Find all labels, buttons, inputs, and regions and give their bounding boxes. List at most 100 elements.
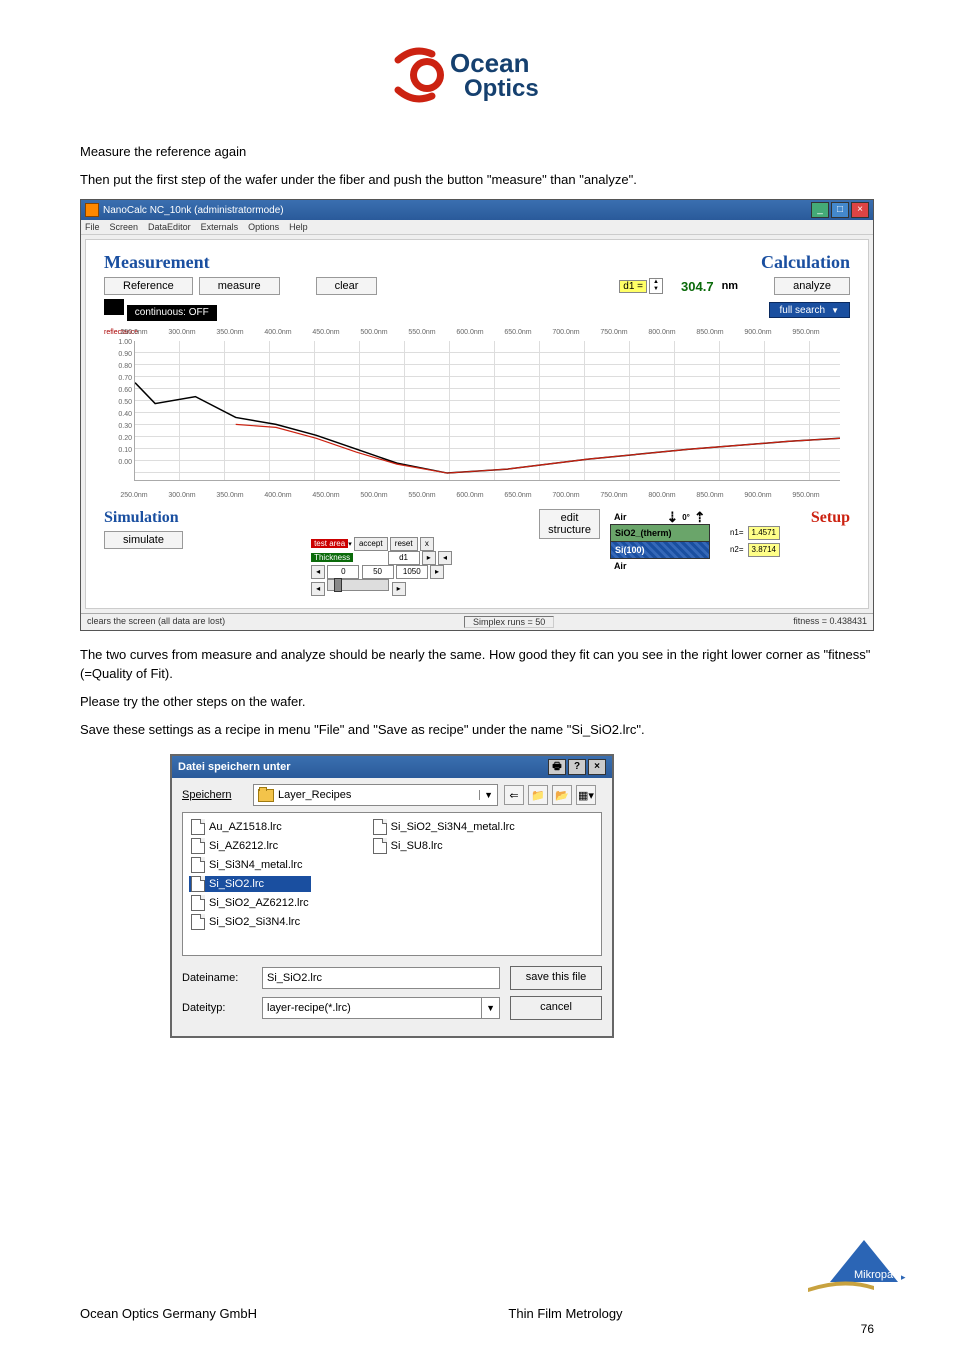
file-item-selected[interactable]: Si_SiO2.lrc: [189, 876, 311, 892]
file-item[interactable]: Si_SiO2_AZ6212.lrc: [189, 895, 311, 911]
n2-value: 3.8714: [748, 543, 780, 557]
status-bar: clears the screen (all data are lost) Si…: [81, 613, 873, 630]
slider-inc[interactable]: ▸: [392, 582, 406, 596]
menu-dataeditor[interactable]: DataEditor: [148, 222, 191, 232]
d1-label-box: d1: [388, 551, 420, 565]
file-item[interactable]: Si_AZ6212.lrc: [189, 838, 311, 854]
layer-sio2[interactable]: SiO2_(therm): [610, 524, 710, 542]
status-mid: Simplex runs = 50: [464, 616, 554, 628]
paragraph: Please try the other steps on the wafer.: [80, 693, 874, 711]
minimize-button[interactable]: _: [811, 202, 829, 218]
menu-file[interactable]: File: [85, 222, 100, 232]
status-right: fitness = 0.438431: [793, 616, 867, 628]
svg-text:▸: ▸: [901, 1272, 906, 1282]
dialog-title: Datei speichern unter: [178, 761, 290, 773]
filename-input[interactable]: Si_SiO2.lrc: [262, 967, 500, 989]
menu-screen[interactable]: Screen: [110, 222, 139, 232]
arrow-down-icon: ⇣: [666, 510, 678, 524]
save-in-label: Speichern: [182, 789, 247, 801]
full-search-button[interactable]: full search▼: [769, 302, 851, 318]
dialog-print-icon[interactable]: 🖶: [548, 759, 566, 775]
paragraph: Save these settings as a recipe in menu …: [80, 721, 874, 739]
view-menu-icon[interactable]: ▦▾: [576, 785, 596, 805]
menu-externals[interactable]: Externals: [201, 222, 239, 232]
nanocalc-window: NanoCalc NC_10nk (administratormode) _ □…: [80, 199, 874, 631]
file-item[interactable]: Si_SiO2_Si3N4.lrc: [189, 914, 311, 930]
slider-thumb[interactable]: [334, 578, 342, 592]
clear-button[interactable]: clear: [316, 277, 378, 295]
analyze-button[interactable]: analyze: [774, 277, 850, 295]
close-button[interactable]: ×: [851, 202, 869, 218]
simulate-button[interactable]: simulate: [104, 531, 183, 549]
file-icon: [191, 857, 205, 873]
footer-center: Thin Film Metrology: [508, 1306, 622, 1321]
d1-right-button[interactable]: ▸: [422, 551, 436, 565]
measure-button[interactable]: measure: [199, 277, 280, 295]
back-icon[interactable]: ⇐: [504, 785, 524, 805]
range-value[interactable]: 50: [362, 565, 394, 579]
range-left-button[interactable]: ◂: [311, 565, 325, 579]
reflectance-chart: reflectance 1.00 0.90 0.80 0.70 0.60 0.5…: [104, 329, 850, 499]
reset-button[interactable]: reset: [390, 537, 418, 551]
heading-measurement: Measurement: [104, 252, 377, 273]
range-min[interactable]: 0: [327, 565, 359, 579]
file-item[interactable]: Au_AZ1518.lrc: [189, 819, 311, 835]
save-in-combo[interactable]: Layer_Recipes ▼: [253, 784, 498, 806]
status-left: clears the screen (all data are lost): [87, 616, 225, 628]
dialog-help-button[interactable]: ?: [568, 759, 586, 775]
mikropack-logo: Mikropack ▸: [804, 1238, 914, 1296]
file-icon: [373, 819, 387, 835]
test-area-panel: test area▾ accept reset x Thickness d1 ▸…: [311, 537, 452, 596]
chevron-down-icon: ▼: [481, 998, 495, 1018]
svg-text:Mikropack: Mikropack: [854, 1269, 905, 1281]
menu-options[interactable]: Options: [248, 222, 279, 232]
file-icon: [373, 838, 387, 854]
layer-stack: Air ⇣ 0° ⇡ SiO2_(therm) n1=1.4571 Si(100…: [610, 509, 780, 573]
d1-left-button[interactable]: ◂: [438, 551, 452, 565]
menu-bar: File Screen DataEditor Externals Options…: [81, 220, 873, 235]
d1-field[interactable]: d1 = ▲▼: [619, 278, 663, 294]
file-icon: [191, 819, 205, 835]
brand-logo: Ocean Optics: [80, 40, 874, 113]
series-measure: [135, 383, 840, 473]
page-number: 76: [861, 1322, 874, 1336]
cancel-button[interactable]: cancel: [510, 996, 602, 1020]
continuous-indicator[interactable]: [104, 299, 124, 315]
new-folder-icon[interactable]: 📂: [552, 785, 572, 805]
reference-button[interactable]: Reference: [104, 277, 193, 295]
layer-air-bottom: Air: [610, 558, 780, 574]
app-icon: [85, 203, 99, 217]
maximize-button[interactable]: □: [831, 202, 849, 218]
file-icon: [191, 876, 205, 892]
range-max[interactable]: 1050: [396, 565, 428, 579]
footer-left: Ocean Optics Germany GmbH: [80, 1306, 257, 1321]
d1-spinner[interactable]: ▲▼: [649, 278, 663, 294]
layer-si[interactable]: Si(100): [610, 541, 710, 559]
filetype-label: Dateityp:: [182, 1002, 252, 1014]
paragraph: The two curves from measure and analyze …: [80, 646, 874, 682]
slider-dec[interactable]: ◂: [311, 582, 325, 596]
heading-setup: Setup: [790, 509, 850, 527]
dialog-close-button[interactable]: ×: [588, 759, 606, 775]
n1-value: 1.4571: [748, 526, 780, 540]
up-folder-icon[interactable]: 📁: [528, 785, 548, 805]
file-list[interactable]: Au_AZ1518.lrc Si_AZ6212.lrc Si_Si3N4_met…: [182, 812, 602, 956]
continuous-label: continuous: OFF: [127, 305, 217, 321]
file-item[interactable]: Si_SU8.lrc: [371, 838, 517, 854]
filetype-combo[interactable]: layer-recipe(*.lrc)▼: [262, 997, 500, 1019]
accept-button[interactable]: accept: [354, 537, 388, 551]
file-item[interactable]: Si_Si3N4_metal.lrc: [189, 857, 311, 873]
window-titlebar: NanoCalc NC_10nk (administratormode) _ □…: [81, 200, 873, 220]
heading-simulation: Simulation: [104, 509, 224, 527]
save-dialog: Datei speichern unter 🖶 ? × Speichern La…: [170, 754, 614, 1038]
edit-structure-button[interactable]: edit structure: [539, 509, 600, 539]
test-close-button[interactable]: x: [420, 537, 434, 551]
file-item[interactable]: Si_SiO2_Si3N4_metal.lrc: [371, 819, 517, 835]
range-right-button[interactable]: ▸: [430, 565, 444, 579]
series-analyze: [236, 425, 840, 474]
svg-text:Ocean: Ocean: [450, 48, 530, 78]
paragraph: Measure the reference again: [80, 143, 874, 161]
arrow-up-icon: ⇡: [694, 510, 706, 524]
menu-help[interactable]: Help: [289, 222, 308, 232]
save-file-button[interactable]: save this file: [510, 966, 602, 990]
